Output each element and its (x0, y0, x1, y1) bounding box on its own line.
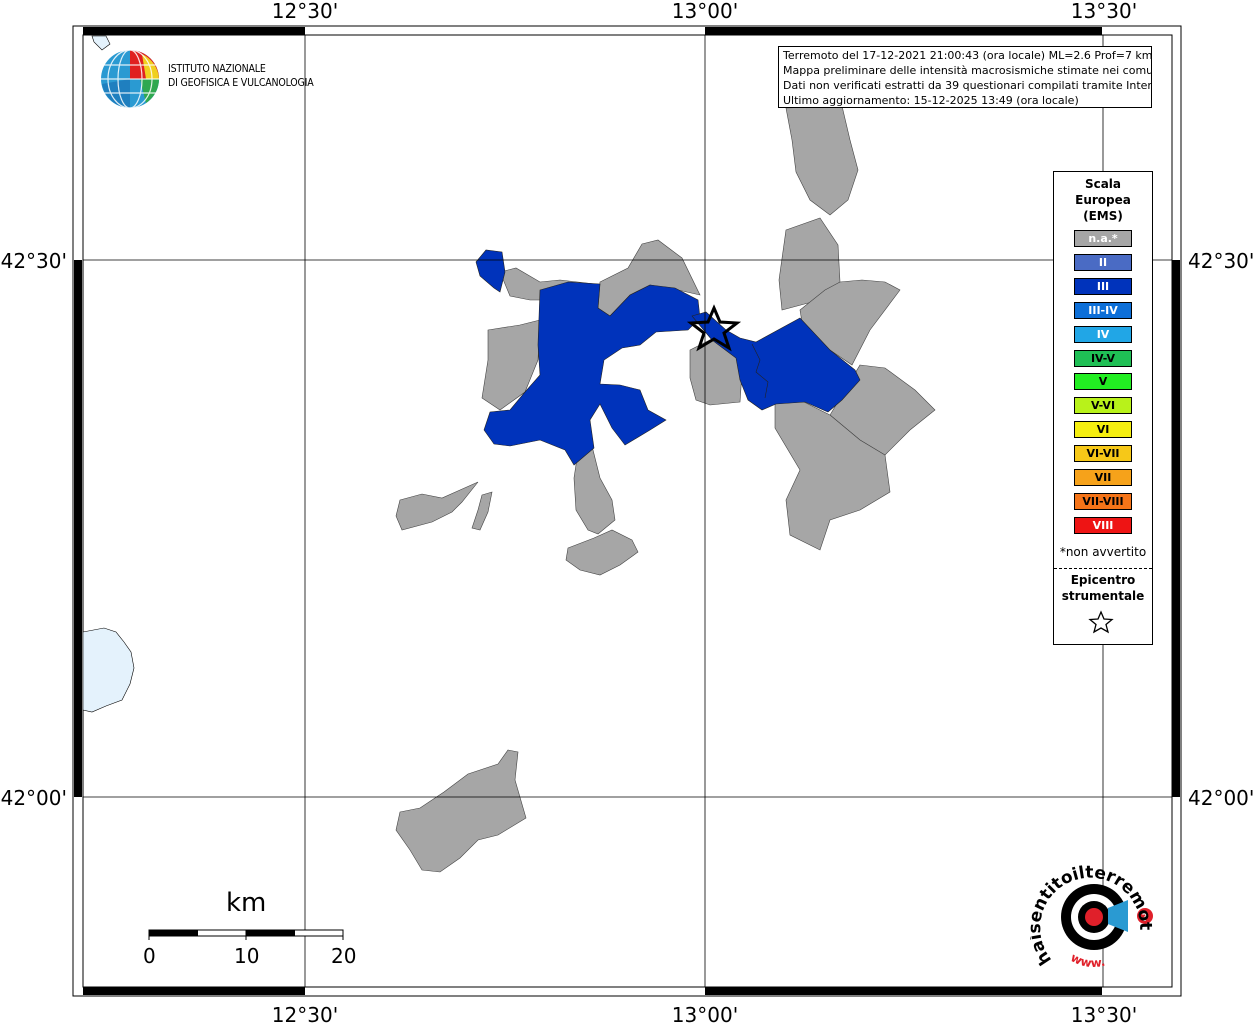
legend-title-line3: (EMS) (1083, 209, 1123, 223)
legend-swatch: V (1074, 373, 1132, 391)
lon-label-1230-top: 12°30' (272, 0, 338, 23)
legend-separator (1054, 568, 1152, 569)
legend-swatch: III (1074, 277, 1132, 295)
legend-swatch: VI-VII (1074, 445, 1132, 463)
scale-tick-20: 20 (331, 944, 357, 968)
scale-tick-10: 10 (234, 944, 260, 968)
lat-label-4230-left: 42°30' (1, 249, 67, 273)
haisentito-logo-graphic: ? haisentitoilterremoto.it www. (1024, 845, 1155, 970)
ingv-globe-icon (101, 49, 159, 109)
ingv-logo-line2: DI GEOFISICA E VULCANOLOGIA (168, 77, 314, 89)
haisentito-logo-prefix: www. (1069, 950, 1107, 970)
legend-note: *non avvertito (1059, 545, 1147, 559)
lon-label-1330-bottom: 13°30' (1071, 1003, 1137, 1024)
frame-bars (74, 27, 1180, 995)
event-info-line4: Ultimo aggiornamento: 15-12-2025 13:49 (… (783, 94, 1079, 107)
map-frame (72, 25, 1182, 997)
legend-title: Scala Europea (EMS) (1054, 176, 1152, 224)
graticule (83, 35, 1172, 987)
haisentito-logo: ? haisentitoilterremoto.it www. (1024, 845, 1160, 980)
lon-label-1300-top: 13°00' (672, 0, 738, 23)
legend-swatch: II (1074, 253, 1132, 271)
lon-label-1300-bottom: 13°00' (672, 1003, 738, 1024)
event-info-line3: Dati non verificati estratti da 39 quest… (783, 79, 1152, 92)
legend-swatch: IV (1074, 325, 1132, 343)
legend-epicenter-line1: Epicentro (1070, 573, 1136, 587)
legend-swatch: VII (1074, 469, 1132, 486)
scale-tick-0: 0 (143, 944, 156, 968)
ingv-logo: ISTITUTO NAZIONALE DI GEOFISICA E VULCAN… (100, 48, 320, 110)
ingv-logo-line1: ISTITUTO NAZIONALE (168, 63, 266, 75)
event-info-line1: Terremoto del 17-12-2021 21:00:43 (ora l… (783, 49, 1152, 62)
lat-label-4230-right: 42°30' (1188, 249, 1254, 273)
lat-label-4200-left: 42°00' (1, 786, 67, 810)
legend-epicenter-line2: strumentale (1061, 589, 1145, 603)
legend-swatch: IV-V (1074, 349, 1132, 367)
legend-title-line2: Europea (1075, 193, 1131, 207)
map-area (82, 34, 1173, 988)
area-na-far-south (395, 749, 527, 873)
legend-swatch: VI (1074, 421, 1132, 439)
area-na-south2 (565, 529, 639, 576)
legend-swatch: VII-VIII (1074, 492, 1132, 510)
event-info-line2: Mappa preliminare delle intensità macros… (783, 64, 1152, 77)
lake-west (82, 627, 135, 713)
lon-labels-bottom: 12°30' 13°00' 13°30' (272, 1003, 1137, 1024)
scale-bar: km 0 10 20 (140, 888, 370, 968)
legend-swatch: III-IV (1074, 301, 1132, 319)
legend-star-icon (1088, 610, 1114, 634)
legend-title-line1: Scala (1084, 177, 1122, 191)
event-info-box: Terremoto del 17-12-2021 21:00:43 (ora l… (778, 46, 1152, 108)
ems-legend: Scala Europea (EMS) n.a.* II III III-IV IV IV… (1053, 171, 1153, 645)
legend-swatch: n.a.* (1074, 230, 1132, 247)
area-iii-northwest (475, 249, 506, 293)
scale-unit: km (226, 888, 267, 918)
lon-labels-top: 12°30' 13°00' 13°30' (268, 0, 1142, 23)
area-na-northeast (785, 105, 859, 216)
legend-epicenter-title: Epicentro strumentale (1054, 572, 1152, 604)
lat-label-4200-right: 42°00' (1188, 786, 1254, 810)
lon-label-1230-bottom: 12°30' (272, 1003, 338, 1024)
legend-swatch: VIII (1074, 516, 1132, 534)
area-na-southwest (395, 481, 479, 531)
lon-label-1330-top: 13°30' (1071, 0, 1137, 23)
area-na-southwest2 (471, 491, 493, 531)
legend-swatch: V-VI (1074, 397, 1132, 415)
